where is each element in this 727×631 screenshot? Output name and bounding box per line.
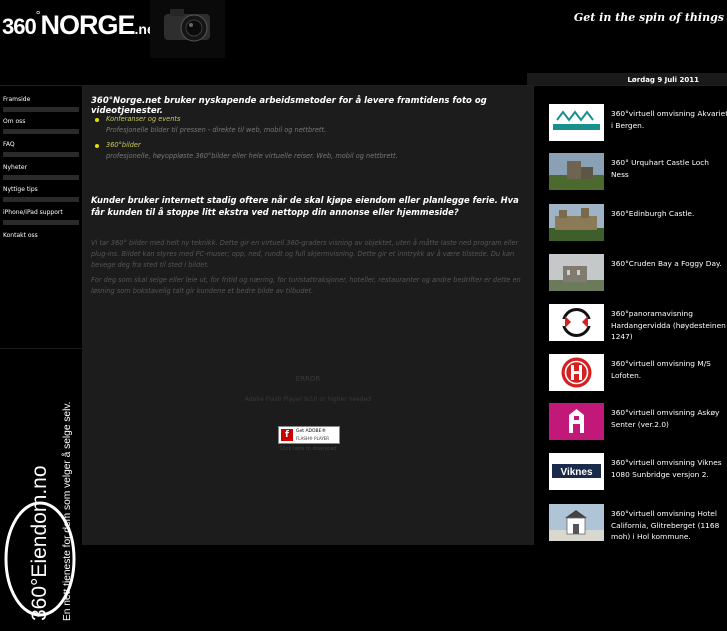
tour-label: 360°virtuell omvisning M/S Lofoten. (611, 359, 711, 380)
nav-divider-bar (3, 129, 79, 134)
akvariet-logo-thumbnail (549, 104, 604, 141)
panorama-logo-thumbnail (549, 304, 604, 341)
svg-text:Viknes: Viknes (560, 467, 592, 478)
nav-item-kontakt-oss[interactable]: Kontakt oss (3, 232, 38, 239)
promo-brand: 360°Eiendom.no (28, 465, 51, 621)
get-flash-player-button[interactable]: f Get ADOBE® FLASH® PLAYER (278, 426, 340, 444)
logo-norge: NORGE (40, 10, 136, 40)
nav-divider-bar (3, 197, 79, 202)
tour-label: 360°panoramavisning Hardangervidda (høyd… (611, 309, 726, 341)
cruden-bay-thumbnail (549, 254, 604, 291)
hurtigruten-logo-thumbnail (549, 354, 604, 391)
edinburgh-castle-thumbnail (549, 204, 604, 241)
site-logo[interactable]: 360°NORGE.net (2, 8, 159, 41)
bullet-dot (95, 144, 99, 148)
camera-graphic (150, 0, 225, 58)
tour-label: 360°virtuell omvisning Akvariet i Bergen… (611, 109, 727, 130)
tour-label: 360°virtuell omvisning Hotel California,… (611, 509, 720, 541)
nav-divider-bar (3, 175, 79, 180)
tour-label: 360°virtuell omvisning Askøy Senter (ver… (611, 408, 720, 429)
logo-degree: ° (35, 8, 41, 22)
promo-slogan-1: En nett tjeneste for dem som velger å se… (61, 401, 73, 621)
urquhart-castle-thumbnail (549, 153, 604, 190)
bullet-dot (95, 118, 99, 122)
service-bullet: 360°bilder profesjonelle, høyoppløste 36… (95, 140, 506, 162)
flash-requirement-text: Adobe Flash Player 9/10 or higher needed (244, 396, 372, 403)
main-content: 360°Norge.net bruker nyskapende arbeidsm… (82, 86, 534, 545)
tagline: Get in the spin of things (573, 11, 724, 24)
nav-divider-bar (3, 220, 79, 225)
service-text: Profesjonelle bilder til pressen - direk… (106, 126, 327, 134)
eiendom-promo-banner[interactable]: 360°Eiendom.no En nett tjeneste for dem … (0, 349, 82, 631)
current-date: Lørdag 9 Juli 2011 (627, 76, 699, 84)
tour-label: 360°Cruden Bay a Foggy Day. (611, 259, 722, 268)
nav-item-nyheter[interactable]: Nyheter (3, 164, 27, 171)
intro-headline: 360°Norge.net bruker nyskapende arbeidsm… (91, 96, 487, 116)
tour-list: 360°virtuell omvisning Akvariet i Bergen… (537, 86, 727, 545)
tour-label: 360°Edinburgh Castle. (611, 209, 695, 218)
tour-label: 360° Urquhart Castle Loch Ness (611, 158, 709, 179)
nav-item-faq[interactable]: FAQ (3, 141, 15, 148)
cabin-thumbnail (549, 504, 604, 541)
header: 360°NORGE.net Get in the spin of things … (0, 0, 727, 86)
nav-divider-bar (3, 107, 79, 112)
nav-divider-bar (3, 152, 79, 157)
description-paragraph: For deg som skal selge eller leie ut, fo… (91, 276, 521, 295)
flash-download-link[interactable]: Click here to download (82, 446, 534, 452)
question-headline: Kunder bruker internett stadig oftere nå… (91, 195, 519, 217)
nav-item-om-oss[interactable]: Om oss (3, 118, 25, 125)
service-title: 360°bilder (106, 141, 141, 149)
tour-label: 360°virtuell omvisning Viknes 1080 Sunbr… (611, 458, 722, 479)
flash-icon: f (281, 429, 293, 441)
viknes-logo-thumbnail: Viknes (549, 453, 604, 490)
nav-item-nyttige-tips[interactable]: Nyttige tips (3, 186, 38, 193)
left-sidebar: Framside Om oss FAQ Nyheter Nyttige tips… (0, 86, 82, 631)
nav-item-iphone-support[interactable]: iPhone/iPad support (3, 209, 63, 216)
description-paragraph: Vi tar 360° bilder med helt ny teknikk. … (91, 239, 519, 269)
flash-badge-line1: Get ADOBE® (296, 429, 326, 434)
nav-item-framside[interactable]: Framside (3, 96, 30, 103)
flash-error-text: ERROR (295, 375, 321, 383)
service-bullet: Konferanser og events Profesjonelle bild… (95, 114, 506, 136)
flash-badge-line2: FLASH® PLAYER (296, 436, 330, 441)
logo-360: 360 (2, 14, 37, 39)
service-title: Konferanser og events (106, 115, 181, 123)
askoy-logo-thumbnail (549, 403, 604, 440)
service-text: profesjonelle, høyoppløste 360°bilder el… (106, 152, 398, 160)
